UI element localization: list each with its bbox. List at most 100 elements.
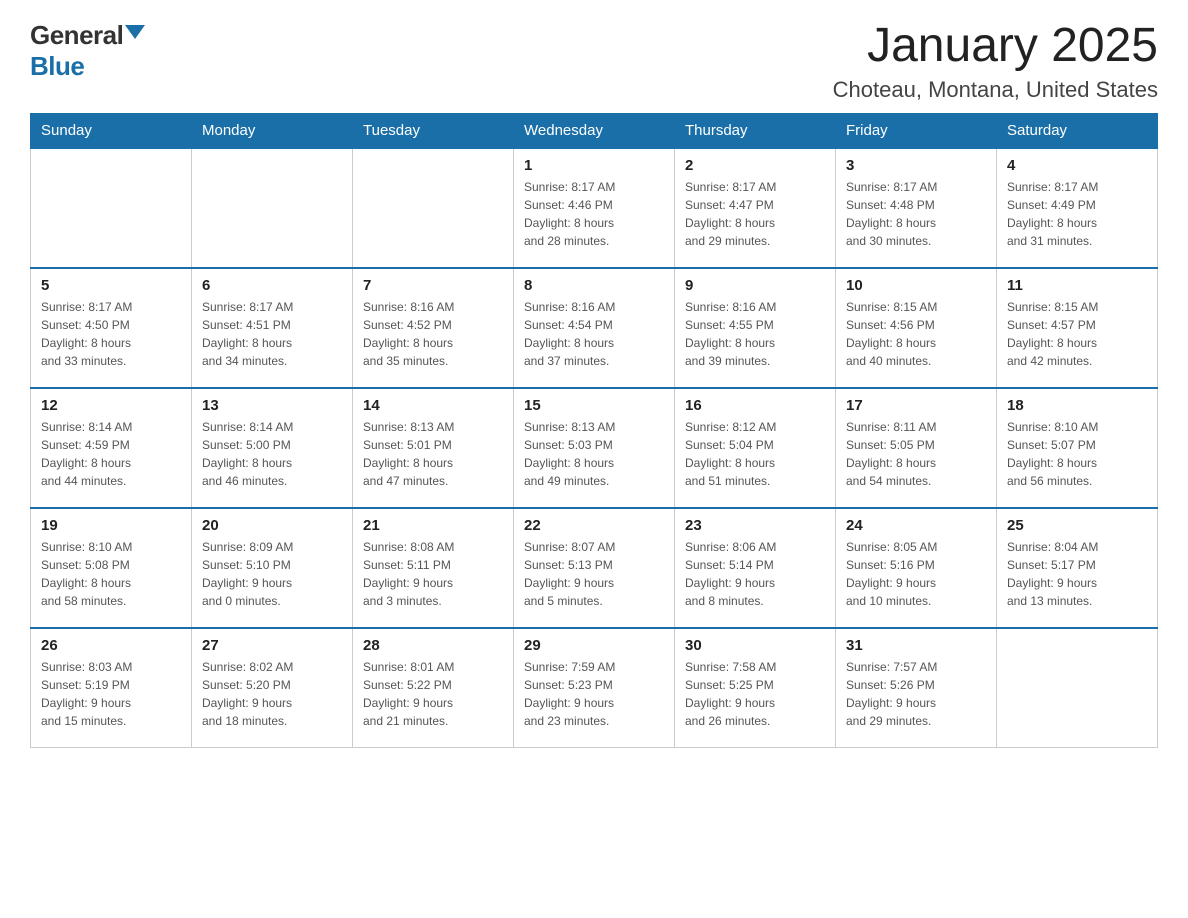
day-number: 14 xyxy=(363,397,503,414)
day-info: Sunrise: 8:17 AM Sunset: 4:49 PM Dayligh… xyxy=(1007,178,1147,250)
day-info: Sunrise: 7:57 AM Sunset: 5:26 PM Dayligh… xyxy=(846,658,986,730)
calendar-cell: 27 Sunrise: 8:02 AM Sunset: 5:20 PM Dayli… xyxy=(192,628,353,748)
day-number: 7 xyxy=(363,277,503,294)
calendar-cell: 20 Sunrise: 8:09 AM Sunset: 5:10 PM Dayli… xyxy=(192,508,353,628)
day-number: 23 xyxy=(685,517,825,534)
weekday-header-monday: Monday xyxy=(192,113,353,148)
day-info: Sunrise: 8:14 AM Sunset: 5:00 PM Dayligh… xyxy=(202,418,342,490)
calendar-subtitle: Choteau, Montana, United States xyxy=(833,77,1158,103)
calendar-cell: 1 Sunrise: 8:17 AM Sunset: 4:46 PM Daylig… xyxy=(514,148,675,268)
day-number: 25 xyxy=(1007,517,1147,534)
calendar-cell: 14 Sunrise: 8:13 AM Sunset: 5:01 PM Dayli… xyxy=(353,388,514,508)
day-info: Sunrise: 8:13 AM Sunset: 5:01 PM Dayligh… xyxy=(363,418,503,490)
day-info: Sunrise: 8:03 AM Sunset: 5:19 PM Dayligh… xyxy=(41,658,181,730)
logo-triangle-icon xyxy=(125,25,145,39)
day-info: Sunrise: 8:04 AM Sunset: 5:17 PM Dayligh… xyxy=(1007,538,1147,610)
calendar-cell: 11 Sunrise: 8:15 AM Sunset: 4:57 PM Dayli… xyxy=(997,268,1158,388)
calendar-table: SundayMondayTuesdayWednesdayThursdayFrid… xyxy=(30,113,1158,749)
day-number: 8 xyxy=(524,277,664,294)
calendar-cell: 30Sunrise: 7:58 AM Sunset: 5:25 PM Dayli… xyxy=(675,628,836,748)
day-number: 3 xyxy=(846,157,986,174)
calendar-week-row: 12Sunrise: 8:14 AM Sunset: 4:59 PM Dayli… xyxy=(31,388,1158,508)
calendar-week-row: 5 Sunrise: 8:17 AM Sunset: 4:50 PM Daylig… xyxy=(31,268,1158,388)
calendar-cell: 25 Sunrise: 8:04 AM Sunset: 5:17 PM Dayli… xyxy=(997,508,1158,628)
day-info: Sunrise: 8:16 AM Sunset: 4:55 PM Dayligh… xyxy=(685,298,825,370)
calendar-cell: 6Sunrise: 8:17 AM Sunset: 4:51 PM Daylig… xyxy=(192,268,353,388)
day-number: 11 xyxy=(1007,277,1147,294)
calendar-cell: 8 Sunrise: 8:16 AM Sunset: 4:54 PM Daylig… xyxy=(514,268,675,388)
title-section: January 2025 Choteau, Montana, United St… xyxy=(833,20,1158,103)
weekday-header-thursday: Thursday xyxy=(675,113,836,148)
day-info: Sunrise: 8:14 AM Sunset: 4:59 PM Dayligh… xyxy=(41,418,181,490)
day-number: 16 xyxy=(685,397,825,414)
calendar-cell xyxy=(997,628,1158,748)
calendar-cell: 21 Sunrise: 8:08 AM Sunset: 5:11 PM Dayli… xyxy=(353,508,514,628)
calendar-cell: 23Sunrise: 8:06 AM Sunset: 5:14 PM Dayli… xyxy=(675,508,836,628)
day-number: 22 xyxy=(524,517,664,534)
day-number: 1 xyxy=(524,157,664,174)
calendar-cell: 15 Sunrise: 8:13 AM Sunset: 5:03 PM Dayli… xyxy=(514,388,675,508)
day-number: 19 xyxy=(41,517,181,534)
day-info: Sunrise: 8:17 AM Sunset: 4:46 PM Dayligh… xyxy=(524,178,664,250)
calendar-cell: 16 Sunrise: 8:12 AM Sunset: 5:04 PM Dayli… xyxy=(675,388,836,508)
calendar-cell: 19 Sunrise: 8:10 AM Sunset: 5:08 PM Dayli… xyxy=(31,508,192,628)
day-number: 10 xyxy=(846,277,986,294)
calendar-cell: 18 Sunrise: 8:10 AM Sunset: 5:07 PM Dayli… xyxy=(997,388,1158,508)
header: General Blue January 2025 Choteau, Monta… xyxy=(30,20,1158,103)
calendar-cell: 26Sunrise: 8:03 AM Sunset: 5:19 PM Dayli… xyxy=(31,628,192,748)
day-number: 9 xyxy=(685,277,825,294)
day-info: Sunrise: 8:10 AM Sunset: 5:08 PM Dayligh… xyxy=(41,538,181,610)
calendar-cell: 2 Sunrise: 8:17 AM Sunset: 4:47 PM Daylig… xyxy=(675,148,836,268)
day-number: 15 xyxy=(524,397,664,414)
day-info: Sunrise: 8:05 AM Sunset: 5:16 PM Dayligh… xyxy=(846,538,986,610)
day-number: 31 xyxy=(846,637,986,654)
calendar-cell: 9 Sunrise: 8:16 AM Sunset: 4:55 PM Daylig… xyxy=(675,268,836,388)
day-info: Sunrise: 8:17 AM Sunset: 4:48 PM Dayligh… xyxy=(846,178,986,250)
day-info: Sunrise: 7:59 AM Sunset: 5:23 PM Dayligh… xyxy=(524,658,664,730)
calendar-cell: 4Sunrise: 8:17 AM Sunset: 4:49 PM Daylig… xyxy=(997,148,1158,268)
day-info: Sunrise: 8:07 AM Sunset: 5:13 PM Dayligh… xyxy=(524,538,664,610)
day-info: Sunrise: 8:13 AM Sunset: 5:03 PM Dayligh… xyxy=(524,418,664,490)
calendar-cell: 5 Sunrise: 8:17 AM Sunset: 4:50 PM Daylig… xyxy=(31,268,192,388)
calendar-title: January 2025 xyxy=(833,20,1158,73)
day-info: Sunrise: 8:15 AM Sunset: 4:57 PM Dayligh… xyxy=(1007,298,1147,370)
calendar-cell: 7Sunrise: 8:16 AM Sunset: 4:52 PM Daylig… xyxy=(353,268,514,388)
day-number: 17 xyxy=(846,397,986,414)
day-number: 5 xyxy=(41,277,181,294)
calendar-cell xyxy=(192,148,353,268)
logo: General Blue xyxy=(30,20,145,82)
day-number: 18 xyxy=(1007,397,1147,414)
day-info: Sunrise: 8:02 AM Sunset: 5:20 PM Dayligh… xyxy=(202,658,342,730)
day-info: Sunrise: 8:16 AM Sunset: 4:54 PM Dayligh… xyxy=(524,298,664,370)
weekday-header-friday: Friday xyxy=(836,113,997,148)
day-number: 29 xyxy=(524,637,664,654)
day-info: Sunrise: 8:12 AM Sunset: 5:04 PM Dayligh… xyxy=(685,418,825,490)
calendar-cell: 29 Sunrise: 7:59 AM Sunset: 5:23 PM Dayli… xyxy=(514,628,675,748)
calendar-cell: 28Sunrise: 8:01 AM Sunset: 5:22 PM Dayli… xyxy=(353,628,514,748)
weekday-header-row: SundayMondayTuesdayWednesdayThursdayFrid… xyxy=(31,113,1158,148)
day-info: Sunrise: 8:09 AM Sunset: 5:10 PM Dayligh… xyxy=(202,538,342,610)
calendar-cell: 31 Sunrise: 7:57 AM Sunset: 5:26 PM Dayli… xyxy=(836,628,997,748)
calendar-cell: 17 Sunrise: 8:11 AM Sunset: 5:05 PM Dayli… xyxy=(836,388,997,508)
calendar-cell xyxy=(353,148,514,268)
day-info: Sunrise: 8:10 AM Sunset: 5:07 PM Dayligh… xyxy=(1007,418,1147,490)
day-info: Sunrise: 8:17 AM Sunset: 4:50 PM Dayligh… xyxy=(41,298,181,370)
day-number: 24 xyxy=(846,517,986,534)
day-number: 27 xyxy=(202,637,342,654)
day-info: Sunrise: 8:11 AM Sunset: 5:05 PM Dayligh… xyxy=(846,418,986,490)
weekday-header-saturday: Saturday xyxy=(997,113,1158,148)
calendar-cell xyxy=(31,148,192,268)
day-number: 20 xyxy=(202,517,342,534)
calendar-cell: 10Sunrise: 8:15 AM Sunset: 4:56 PM Dayli… xyxy=(836,268,997,388)
day-info: Sunrise: 8:17 AM Sunset: 4:51 PM Dayligh… xyxy=(202,298,342,370)
day-number: 2 xyxy=(685,157,825,174)
weekday-header-tuesday: Tuesday xyxy=(353,113,514,148)
day-info: Sunrise: 8:17 AM Sunset: 4:47 PM Dayligh… xyxy=(685,178,825,250)
day-number: 30 xyxy=(685,637,825,654)
calendar-week-row: 19 Sunrise: 8:10 AM Sunset: 5:08 PM Dayli… xyxy=(31,508,1158,628)
day-number: 21 xyxy=(363,517,503,534)
calendar-cell: 24 Sunrise: 8:05 AM Sunset: 5:16 PM Dayli… xyxy=(836,508,997,628)
calendar-week-row: 26Sunrise: 8:03 AM Sunset: 5:19 PM Dayli… xyxy=(31,628,1158,748)
day-number: 13 xyxy=(202,397,342,414)
day-info: Sunrise: 8:08 AM Sunset: 5:11 PM Dayligh… xyxy=(363,538,503,610)
